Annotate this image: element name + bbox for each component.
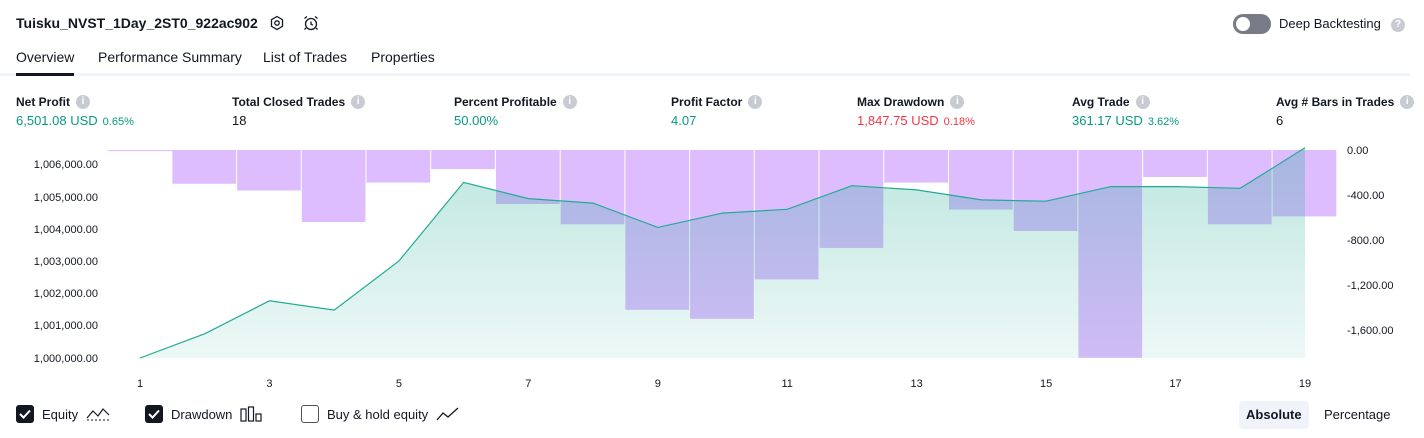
metric-label: Net Profit xyxy=(16,95,70,109)
report-header: Tuisku_NVST_1Day_2ST0_922ac902 Deep Back… xyxy=(0,0,1424,44)
metric-label: Profit Factor xyxy=(671,95,743,109)
drawdown-bar xyxy=(884,150,948,183)
metric-value: 18 xyxy=(232,113,247,128)
equity-line-icon xyxy=(86,406,110,422)
metric-percent: 3.62% xyxy=(1147,116,1180,128)
metric-label: Avg Trade xyxy=(1072,95,1130,109)
deep-backtesting-label: Deep Backtesting xyxy=(1279,16,1381,31)
metric-value: 6 xyxy=(1276,113,1284,128)
tab-properties[interactable]: Properties xyxy=(371,49,435,73)
drawdown-bar xyxy=(431,150,495,170)
legend-buy-hold-equity[interactable]: Buy & hold equity xyxy=(301,403,460,425)
absolute-mode-button[interactable]: Absolute xyxy=(1239,401,1309,429)
metric-label: Avg # Bars in Trades xyxy=(1276,95,1395,109)
metric-avg-bars-in-trades: Avg # Bars in Trades i 6 xyxy=(1276,94,1415,128)
x-tick-label: 5 xyxy=(396,378,402,390)
equity-drawdown-chart: 1,006,000.00 1,005,000.00 1,004,000.00 1,00… xyxy=(34,145,1394,390)
info-icon[interactable]: i xyxy=(748,95,763,109)
metric-profit-factor: Profit Factor i 4.07 xyxy=(671,94,763,128)
drawdown-bar xyxy=(108,150,173,152)
buy-hold-checkbox[interactable] xyxy=(301,405,319,423)
info-icon[interactable]: i xyxy=(950,95,965,109)
x-axis-ticks: 1 3 5 7 9 11 13 15 17 19 xyxy=(137,378,1311,390)
info-icon[interactable]: i xyxy=(1400,95,1415,109)
x-tick-label: 15 xyxy=(1040,378,1052,390)
drawdown-bar xyxy=(301,150,366,222)
drawdown-bars-icon xyxy=(240,406,263,422)
info-icon[interactable]: i xyxy=(76,95,90,109)
settings-gear-icon[interactable] xyxy=(267,13,287,33)
info-icon[interactable]: i xyxy=(351,95,366,109)
metric-value: 4.07 xyxy=(671,113,697,128)
metric-percent: 0.65% xyxy=(102,116,134,128)
metric-percent: 0.18% xyxy=(943,116,975,128)
left-tick-label: 1,001,000.00 xyxy=(34,320,98,332)
metric-net-profit: Net Profit i 6,501.08 USD 0.65% xyxy=(16,94,134,128)
right-tick-label: -800.00 xyxy=(1347,235,1384,247)
toggle-knob xyxy=(1236,17,1250,31)
strategy-name: Tuisku_NVST_1Day_2ST0_922ac902 xyxy=(16,15,258,31)
drawdown-bar xyxy=(1143,150,1207,177)
x-tick-label: 11 xyxy=(781,378,792,390)
report-tabs: Overview Performance Summary List of Tra… xyxy=(0,44,1410,76)
x-tick-label: 19 xyxy=(1299,378,1311,390)
metric-max-drawdown: Max Drawdown i 1,847.75 USD 0.18% xyxy=(857,94,975,128)
legend-drawdown[interactable]: Drawdown xyxy=(145,403,263,425)
metric-value: 6,501.08 USD xyxy=(16,113,98,128)
left-axis-ticks: 1,006,000.00 1,005,000.00 1,004,000.00 1,00… xyxy=(34,159,98,365)
left-tick-label: 1,006,000.00 xyxy=(34,159,98,171)
info-icon[interactable]: i xyxy=(1135,95,1150,109)
x-tick-label: 17 xyxy=(1169,378,1181,390)
x-tick-label: 1 xyxy=(137,378,143,390)
right-tick-label: -1,600.00 xyxy=(1347,325,1393,337)
metric-value: 361.17 USD xyxy=(1072,113,1143,128)
drawdown-bar xyxy=(237,150,301,191)
percentage-mode-button[interactable]: Percentage xyxy=(1317,401,1398,429)
metric-total-closed-trades: Total Closed Trades i 18 xyxy=(232,94,366,128)
left-tick-label: 1,004,000.00 xyxy=(34,224,98,236)
right-tick-label: -1,200.00 xyxy=(1347,280,1393,292)
drawdown-bar xyxy=(366,150,431,183)
x-tick-label: 9 xyxy=(655,378,661,390)
legend-label: Drawdown xyxy=(171,406,233,422)
x-tick-label: 7 xyxy=(525,378,531,390)
legend-label: Equity xyxy=(42,406,79,422)
buy-hold-line-icon xyxy=(436,406,460,422)
right-tick-label: -400.00 xyxy=(1347,190,1384,202)
metric-label: Total Closed Trades xyxy=(232,95,346,109)
tab-performance-summary[interactable]: Performance Summary xyxy=(98,49,242,73)
left-tick-label: 1,002,000.00 xyxy=(34,288,98,300)
right-tick-label: 0.00 xyxy=(1347,145,1368,157)
left-tick-label: 1,003,000.00 xyxy=(34,256,98,268)
metric-value: 50.00% xyxy=(454,113,499,128)
left-tick-label: 1,000,000.00 xyxy=(34,353,98,365)
tab-list-of-trades[interactable]: List of Trades xyxy=(263,49,347,73)
left-tick-label: 1,005,000.00 xyxy=(34,192,98,204)
right-axis-ticks: 0.00 -400.00 -800.00 -1,200.00 -1,600.00 xyxy=(1347,145,1393,337)
x-tick-label: 13 xyxy=(910,378,922,390)
legend-label: Buy & hold equity xyxy=(327,406,429,422)
metric-value: 1,847.75 USD xyxy=(857,113,939,128)
metric-avg-trade: Avg Trade i 361.17 USD 3.62% xyxy=(1072,94,1179,128)
metric-percent-profitable: Percent Profitable i 50.00% xyxy=(454,94,577,128)
drawdown-bar xyxy=(172,150,237,184)
equity-checkbox[interactable] xyxy=(16,405,34,423)
tab-overview[interactable]: Overview xyxy=(16,49,75,76)
metric-label: Max Drawdown xyxy=(857,95,945,109)
deep-backtesting-toggle[interactable] xyxy=(1233,14,1271,34)
deep-backtesting-help-icon[interactable]: ? xyxy=(1391,18,1405,32)
info-icon[interactable]: i xyxy=(562,95,577,109)
drawdown-checkbox[interactable] xyxy=(145,405,163,423)
metric-label: Percent Profitable xyxy=(454,95,557,109)
legend-equity[interactable]: Equity xyxy=(16,403,110,425)
alarm-clock-icon[interactable] xyxy=(301,13,321,33)
x-tick-label: 3 xyxy=(266,378,272,390)
